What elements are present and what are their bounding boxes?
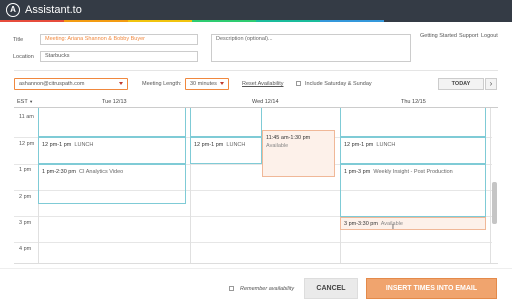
today-button[interactable]: TODAY	[438, 78, 484, 90]
event-wed-lunch[interactable]: 12 pm-1 pm LUNCH	[190, 137, 262, 164]
remember-label: Remember availability	[240, 286, 295, 292]
event-tue-lunch[interactable]: 12 pm-1 pm LUNCH	[38, 137, 186, 164]
event-thu-insight[interactable]: 1 pm-3 pm Weekly Insight - Post Producti…	[340, 164, 486, 217]
app-title: Assistant.to	[25, 4, 82, 16]
day-header-tue: Tue 12/13	[102, 99, 127, 105]
event-thu-available[interactable]: 3 pm-3:30 pm Available	[340, 217, 486, 230]
divider	[14, 70, 498, 71]
logo-icon: A	[6, 3, 20, 17]
brand-color-strip	[0, 20, 512, 22]
meeting-length-label: Meeting Length:	[142, 81, 182, 87]
day-header-thu: Thu 12/15	[401, 99, 426, 105]
chevron-down-icon	[220, 82, 224, 85]
description-field[interactable]: Description (optional)...	[211, 34, 411, 62]
email-select[interactable]: ashannon@citruspath.com	[14, 78, 128, 90]
event-thu-lunch[interactable]: 12 pm-1 pm LUNCH	[340, 137, 486, 164]
event-time: 11:45 am-1:30 pm	[266, 135, 311, 141]
logout-link[interactable]: Logout	[481, 32, 498, 40]
event-time: 12 pm-1 pm	[42, 142, 72, 148]
event-title: LUNCH	[226, 142, 246, 148]
time-label: 2 pm	[19, 194, 32, 200]
weekend-label: Include Saturday & Sunday	[305, 81, 372, 87]
day-header-wed: Wed 12/14	[252, 99, 279, 105]
event-time: 12 pm-1 pm	[194, 142, 224, 148]
event-title: CI Analytics Video	[79, 169, 124, 175]
event-wed-available[interactable]: 11:45 am-1:30 pm Available	[262, 130, 335, 177]
event-time: 1 pm-2:30 pm	[42, 169, 76, 175]
insert-times-button[interactable]: INSERT TIMES INTO EMAIL	[366, 278, 497, 299]
event-block[interactable]	[340, 108, 486, 137]
calendar-scrollbar[interactable]	[492, 182, 497, 224]
column-divider	[490, 108, 491, 263]
next-arrow-icon[interactable]: ›	[485, 78, 497, 90]
time-label: 1 pm	[19, 167, 32, 173]
meeting-length-select[interactable]: 30 minutes	[185, 78, 229, 90]
event-time: 12 pm-1 pm	[344, 142, 374, 148]
calendar-grid[interactable]: 11 am 12 pm 1 pm 2 pm 3 pm 4 pm 12 pm-1 …	[14, 107, 498, 264]
footer-divider	[0, 268, 512, 269]
text-cursor-icon: I	[392, 224, 394, 231]
email-value: ashannon@citruspath.com	[19, 81, 85, 87]
support-link[interactable]: Support	[459, 32, 478, 40]
getting-started-link[interactable]: Getting Started	[420, 32, 457, 40]
event-tue-video[interactable]: 1 pm-2:30 pm CI Analytics Video	[38, 164, 186, 204]
time-label: 12 pm	[19, 141, 35, 147]
title-label: Title	[13, 37, 24, 43]
event-block[interactable]	[190, 108, 262, 137]
reset-availability-link[interactable]: Reset Availability	[242, 80, 283, 88]
caret-down-icon: ▼	[29, 99, 34, 104]
title-field[interactable]: Meeting: Ariana Shannon & Bobby Buyer	[40, 34, 198, 45]
timezone-select[interactable]: EST ▼	[17, 98, 33, 106]
location-field[interactable]: Starbucks	[40, 51, 198, 62]
event-title: LUNCH	[376, 142, 396, 148]
event-time: 1 pm-3 pm	[344, 169, 371, 175]
time-label: 3 pm	[19, 220, 32, 226]
weekend-checkbox[interactable]	[296, 81, 301, 86]
event-time: 3 pm-3:30 pm	[344, 221, 378, 227]
event-title: LUNCH	[74, 142, 94, 148]
time-label: 11 am	[19, 114, 34, 120]
event-title: Weekly Insight - Post Production	[373, 169, 453, 175]
time-label: 4 pm	[19, 246, 32, 252]
cancel-button[interactable]: CANCEL	[304, 278, 358, 299]
hour-line	[14, 242, 492, 243]
chevron-down-icon	[119, 82, 123, 85]
location-label: Location	[13, 54, 34, 60]
timezone-value: EST	[17, 99, 28, 105]
remember-checkbox[interactable]	[229, 286, 234, 291]
top-bar: A Assistant.to	[0, 0, 512, 20]
event-title: Available	[266, 143, 289, 149]
event-block[interactable]	[38, 108, 186, 137]
meeting-length-value: 30 minutes	[190, 81, 217, 87]
